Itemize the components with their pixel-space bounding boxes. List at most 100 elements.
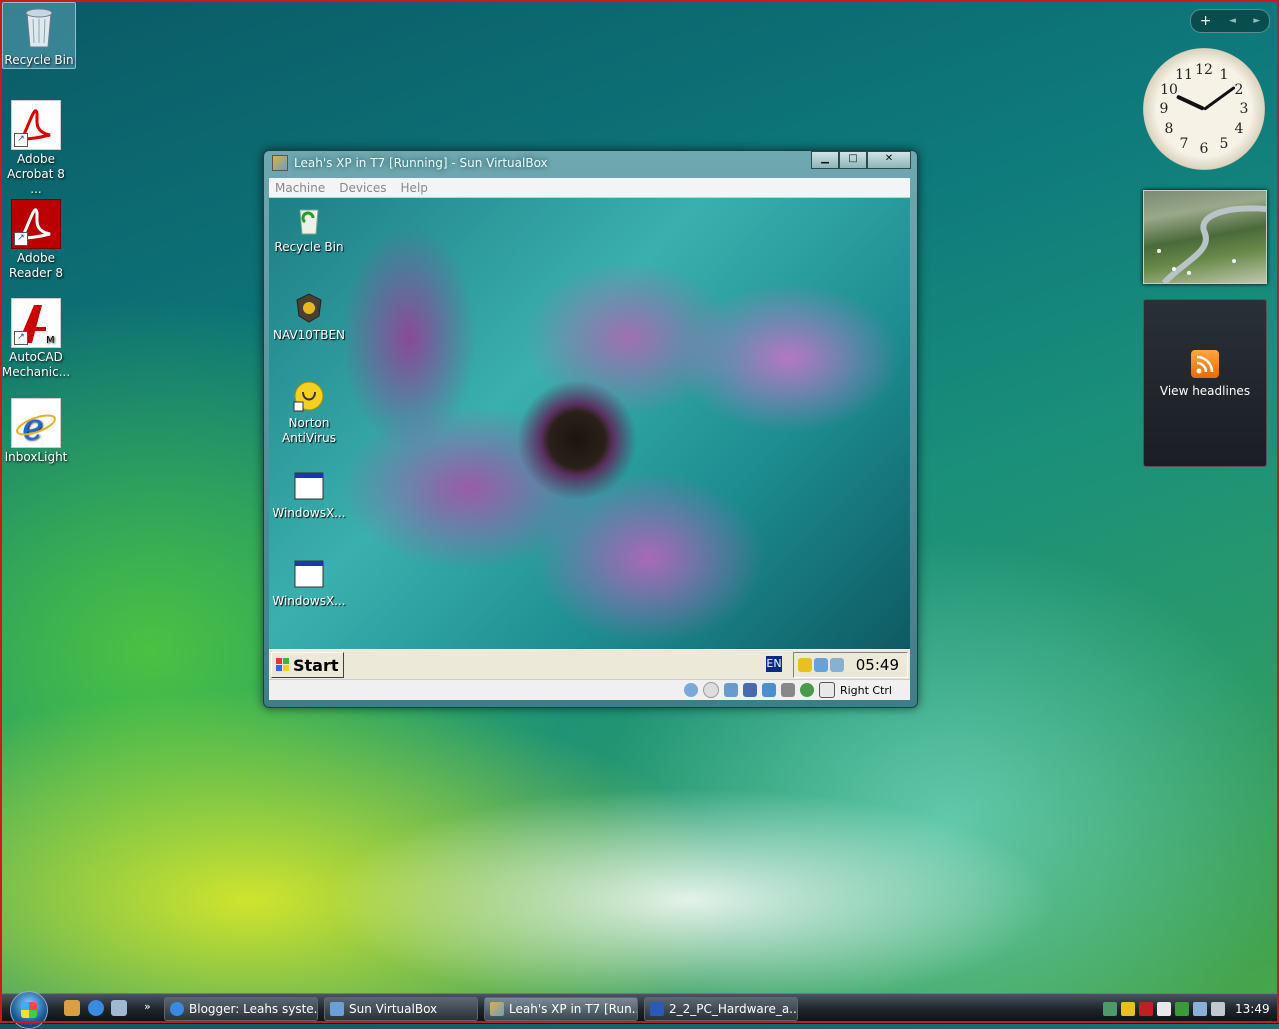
guest-icon-windowsx-1[interactable]: WindowsX... xyxy=(269,470,349,521)
usb-icon[interactable] xyxy=(742,683,757,697)
clock-number: 11 xyxy=(1175,67,1193,83)
clock-number: 4 xyxy=(1234,121,1244,137)
network-icon[interactable] xyxy=(723,683,738,697)
virtualbox-vm-icon xyxy=(490,1002,504,1016)
norton-antivirus-icon xyxy=(293,380,325,412)
taskbar-button-word-document[interactable]: 2_2_PC_Hardware_a... xyxy=(644,997,798,1021)
taskbar-button-label: 2_2_PC_Hardware_a... xyxy=(669,1002,798,1016)
landscape-photo xyxy=(1157,205,1267,286)
feed-headlines-gadget[interactable]: View headlines xyxy=(1143,299,1267,467)
adobe-reader-icon: ↗ xyxy=(11,199,61,249)
windows-logo-icon xyxy=(276,658,289,671)
desktop-icon-adobe-acrobat[interactable]: ↗ Adobe Acrobat 8 ... xyxy=(0,100,72,197)
guest-icon-label: Norton AntiVirus xyxy=(282,416,336,445)
window-title-bar[interactable]: Leah's XP in T7 [Running] - Sun VirtualB… xyxy=(272,155,548,171)
system-clock[interactable]: 13:49 xyxy=(1235,1002,1270,1016)
start-label: Start xyxy=(293,655,339,675)
recycle-bin-icon xyxy=(293,204,325,236)
guest-icon-label: WindowsX... xyxy=(272,594,346,608)
clock-number: 12 xyxy=(1195,62,1213,78)
view-headlines-link[interactable]: View headlines xyxy=(1144,384,1266,398)
tray-volume-icon[interactable] xyxy=(1211,1002,1225,1016)
shortcut-arrow-icon: ↗ xyxy=(14,232,28,246)
security-alert-icon[interactable] xyxy=(797,658,812,672)
menu-devices[interactable]: Devices xyxy=(339,178,386,197)
display-icon[interactable] xyxy=(780,683,795,697)
guest-icon-norton-antivirus[interactable]: Norton AntiVirus xyxy=(269,380,349,446)
network-disconnected-icon[interactable] xyxy=(813,658,828,672)
tray-security-check-icon[interactable] xyxy=(1175,1002,1189,1016)
start-orb-button[interactable] xyxy=(10,991,48,1029)
windows-logo-icon xyxy=(21,1002,37,1018)
taskbar-button-label: Leah's XP in T7 [Run... xyxy=(509,1002,638,1016)
rss-feed-icon xyxy=(1191,350,1219,378)
virtualbox-additions-icon[interactable] xyxy=(829,658,844,672)
application-window-icon xyxy=(293,470,325,502)
tray-antivirus-icon[interactable] xyxy=(1121,1002,1135,1016)
quicklaunch-overflow[interactable]: » xyxy=(144,1000,151,1013)
guest-system-tray: 05:49 xyxy=(792,652,908,678)
sidebar-controls: + ◄ ► xyxy=(1190,9,1270,33)
host-key-icon xyxy=(818,682,835,698)
cd-drive-icon[interactable] xyxy=(702,682,719,698)
add-gadget-button[interactable]: + xyxy=(1200,13,1212,29)
desktop-icon-label: AutoCAD Mechanic... xyxy=(1,350,71,379)
taskbar-button-leahs-xp[interactable]: Leah's XP in T7 [Run... xyxy=(484,997,638,1021)
show-desktop-icon[interactable] xyxy=(64,1000,80,1016)
shortcut-arrow-icon: ↗ xyxy=(14,133,28,147)
language-indicator[interactable]: EN xyxy=(766,656,782,672)
clock-number: 1 xyxy=(1219,67,1229,83)
mouse-integration-icon[interactable] xyxy=(799,683,814,697)
word-document-icon xyxy=(650,1002,664,1016)
switch-windows-icon[interactable] xyxy=(111,1000,127,1016)
autocad-icon: M ↗ xyxy=(11,298,61,348)
desktop-icon-label: Adobe Reader 8 xyxy=(9,251,63,280)
host-key-label: Right Ctrl xyxy=(839,683,892,697)
menu-help[interactable]: Help xyxy=(401,178,428,197)
guest-icon-label: Recycle Bin xyxy=(274,240,344,254)
tray-calendar-icon[interactable] xyxy=(1157,1002,1171,1016)
recycle-bin-icon xyxy=(15,3,63,51)
desktop-icon-label: Recycle Bin xyxy=(4,53,74,67)
norton-installer-icon xyxy=(293,292,325,324)
virtualbox-app-icon xyxy=(272,155,288,171)
window-title: Leah's XP in T7 [Running] - Sun VirtualB… xyxy=(294,156,548,170)
maximize-button[interactable]: □ xyxy=(839,151,867,169)
desktop-icon-inboxlight[interactable]: e InboxLight xyxy=(0,398,72,465)
guest-icon-windowsx-2[interactable]: WindowsX... xyxy=(269,558,349,609)
close-button[interactable]: ✕ xyxy=(867,151,911,169)
virtualbox-window[interactable]: Leah's XP in T7 [Running] - Sun VirtualB… xyxy=(263,150,918,708)
desktop-icon-recycle-bin[interactable]: Recycle Bin xyxy=(2,2,76,69)
window-controls: ▁ □ ✕ xyxy=(811,151,911,169)
desktop-icon-autocad[interactable]: M ↗ AutoCAD Mechanic... xyxy=(0,298,72,380)
taskbar-button-blogger[interactable]: Blogger: Leahs syste... xyxy=(164,997,318,1021)
guest-start-button[interactable]: Start xyxy=(271,652,344,678)
guest-taskbar: Start EN 05:49 xyxy=(269,649,910,680)
tray-network-icon[interactable] xyxy=(1193,1002,1207,1016)
menu-machine[interactable]: Machine xyxy=(275,178,325,197)
vbox-status-bar: Right Ctrl xyxy=(269,679,910,700)
minimize-button[interactable]: ▁ xyxy=(811,151,839,169)
desktop-icon-label: Adobe Acrobat 8 ... xyxy=(7,152,65,196)
guest-icon-recycle-bin[interactable]: Recycle Bin xyxy=(269,204,349,255)
slideshow-gadget[interactable] xyxy=(1143,190,1267,286)
guest-desktop[interactable]: Recycle Bin NAV10TBEN Norton AntiVirus W… xyxy=(269,198,910,649)
taskbar-button-label: Blogger: Leahs syste... xyxy=(189,1002,318,1016)
svg-text:e: e xyxy=(22,407,43,447)
internet-explorer-icon xyxy=(170,1002,184,1016)
guest-icon-nav10tben[interactable]: NAV10TBEN xyxy=(269,292,349,343)
shortcut-arrow-icon: ↗ xyxy=(14,331,28,345)
next-page-button[interactable]: ► xyxy=(1253,16,1260,26)
tray-k-icon[interactable] xyxy=(1139,1002,1153,1016)
shared-folders-icon[interactable] xyxy=(761,683,776,697)
tray-app-icon[interactable] xyxy=(1103,1002,1117,1016)
previous-page-button[interactable]: ◄ xyxy=(1229,16,1236,26)
taskbar-button-label: Sun VirtualBox xyxy=(349,1002,438,1016)
clock-gadget[interactable]: 12 1 2 3 4 5 6 7 8 9 10 11 xyxy=(1143,48,1265,170)
desktop-icon-label: InboxLight xyxy=(4,450,68,464)
desktop-icon-adobe-reader[interactable]: ↗ Adobe Reader 8 xyxy=(0,199,72,281)
taskbar-button-sun-virtualbox[interactable]: Sun VirtualBox xyxy=(324,997,478,1021)
hard-disk-icon[interactable] xyxy=(683,683,698,697)
clock-number: 6 xyxy=(1199,141,1209,157)
internet-explorer-quicklaunch-icon[interactable] xyxy=(88,1000,104,1016)
